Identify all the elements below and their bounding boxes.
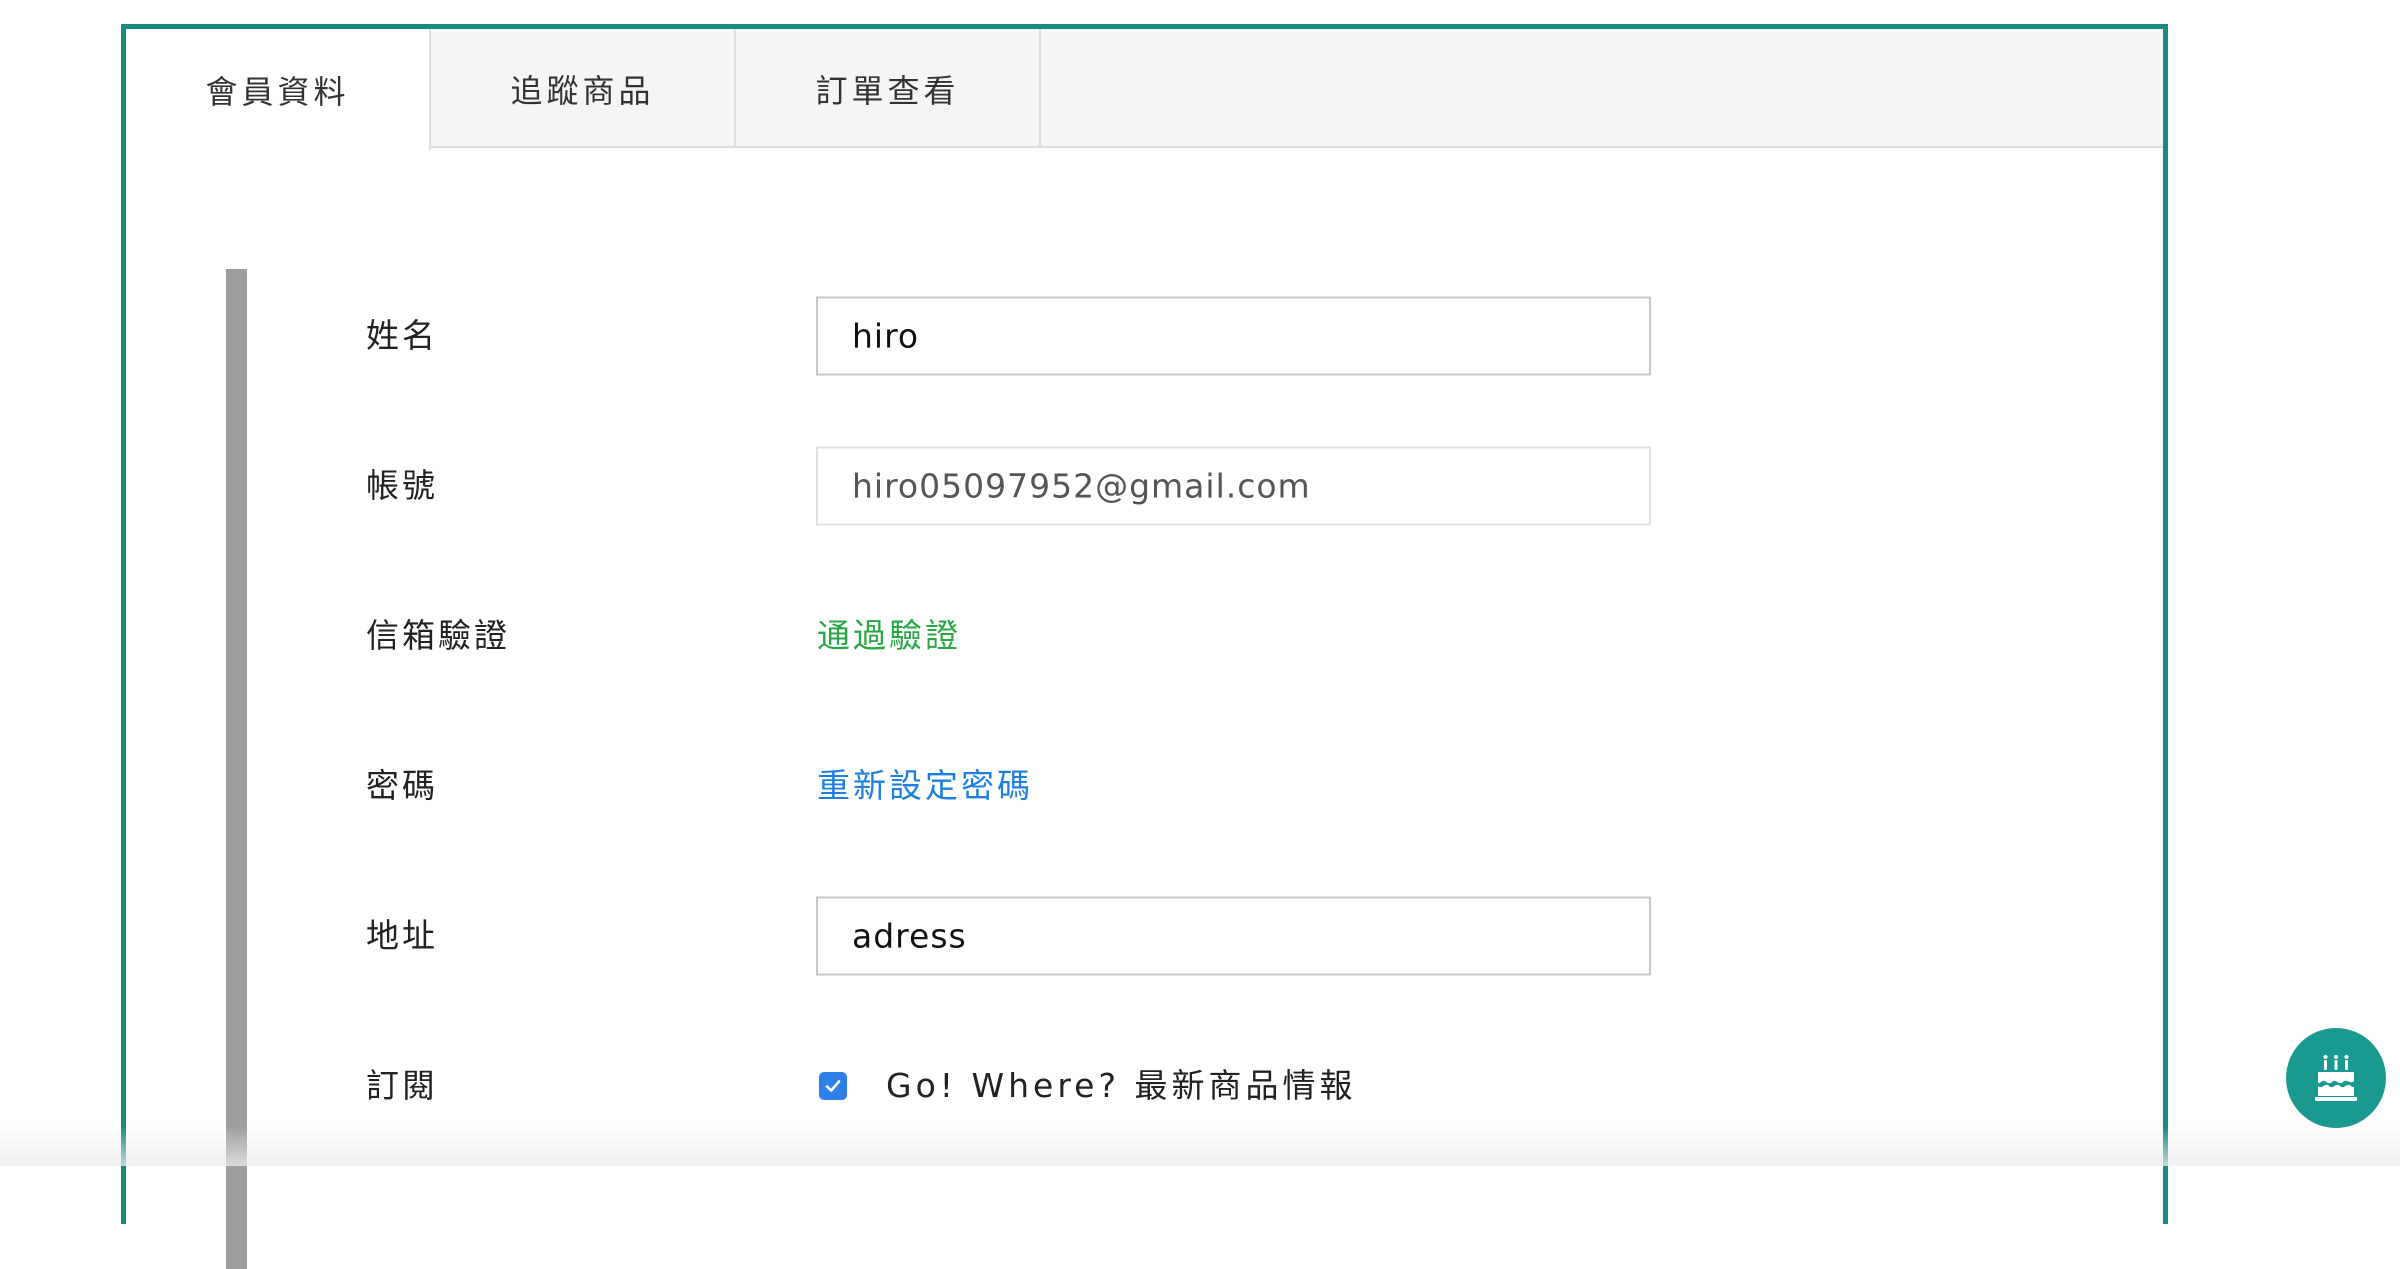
name-input[interactable]: [816, 296, 1651, 376]
subscribe-label: 訂閱: [366, 1066, 438, 1105]
section-side-bar: [226, 269, 247, 1269]
address-input[interactable]: [816, 896, 1651, 976]
tab-member-info[interactable]: 會員資料: [126, 29, 431, 150]
checkmark-icon: [825, 1080, 841, 1092]
tab-bar: 會員資料 追蹤商品 訂單查看: [126, 29, 2163, 150]
account-label: 帳號: [366, 466, 438, 505]
address-label: 地址: [366, 916, 438, 955]
tab-order-view[interactable]: 訂單查看: [736, 29, 1041, 148]
password-label: 密碼: [366, 766, 438, 805]
email-verified-status: 通過驗證: [817, 616, 961, 655]
birthday-cake-icon: [2315, 1055, 2357, 1101]
subscribe-option-label: Go! Where? 最新商品情報: [886, 1066, 1357, 1105]
member-panel: 會員資料 追蹤商品 訂單查看 姓名 帳號 信箱驗證 通過驗證 密碼 重新設定密碼…: [121, 24, 2168, 1269]
tab-tracked-products[interactable]: 追蹤商品: [431, 29, 736, 148]
reset-password-link[interactable]: 重新設定密碼: [817, 766, 1033, 806]
name-label: 姓名: [366, 316, 438, 355]
birthday-cake-button[interactable]: [2286, 1028, 2386, 1128]
account-field: [816, 446, 1651, 526]
subscribe-checkbox[interactable]: [819, 1072, 847, 1100]
email-verify-label: 信箱驗證: [366, 616, 510, 655]
